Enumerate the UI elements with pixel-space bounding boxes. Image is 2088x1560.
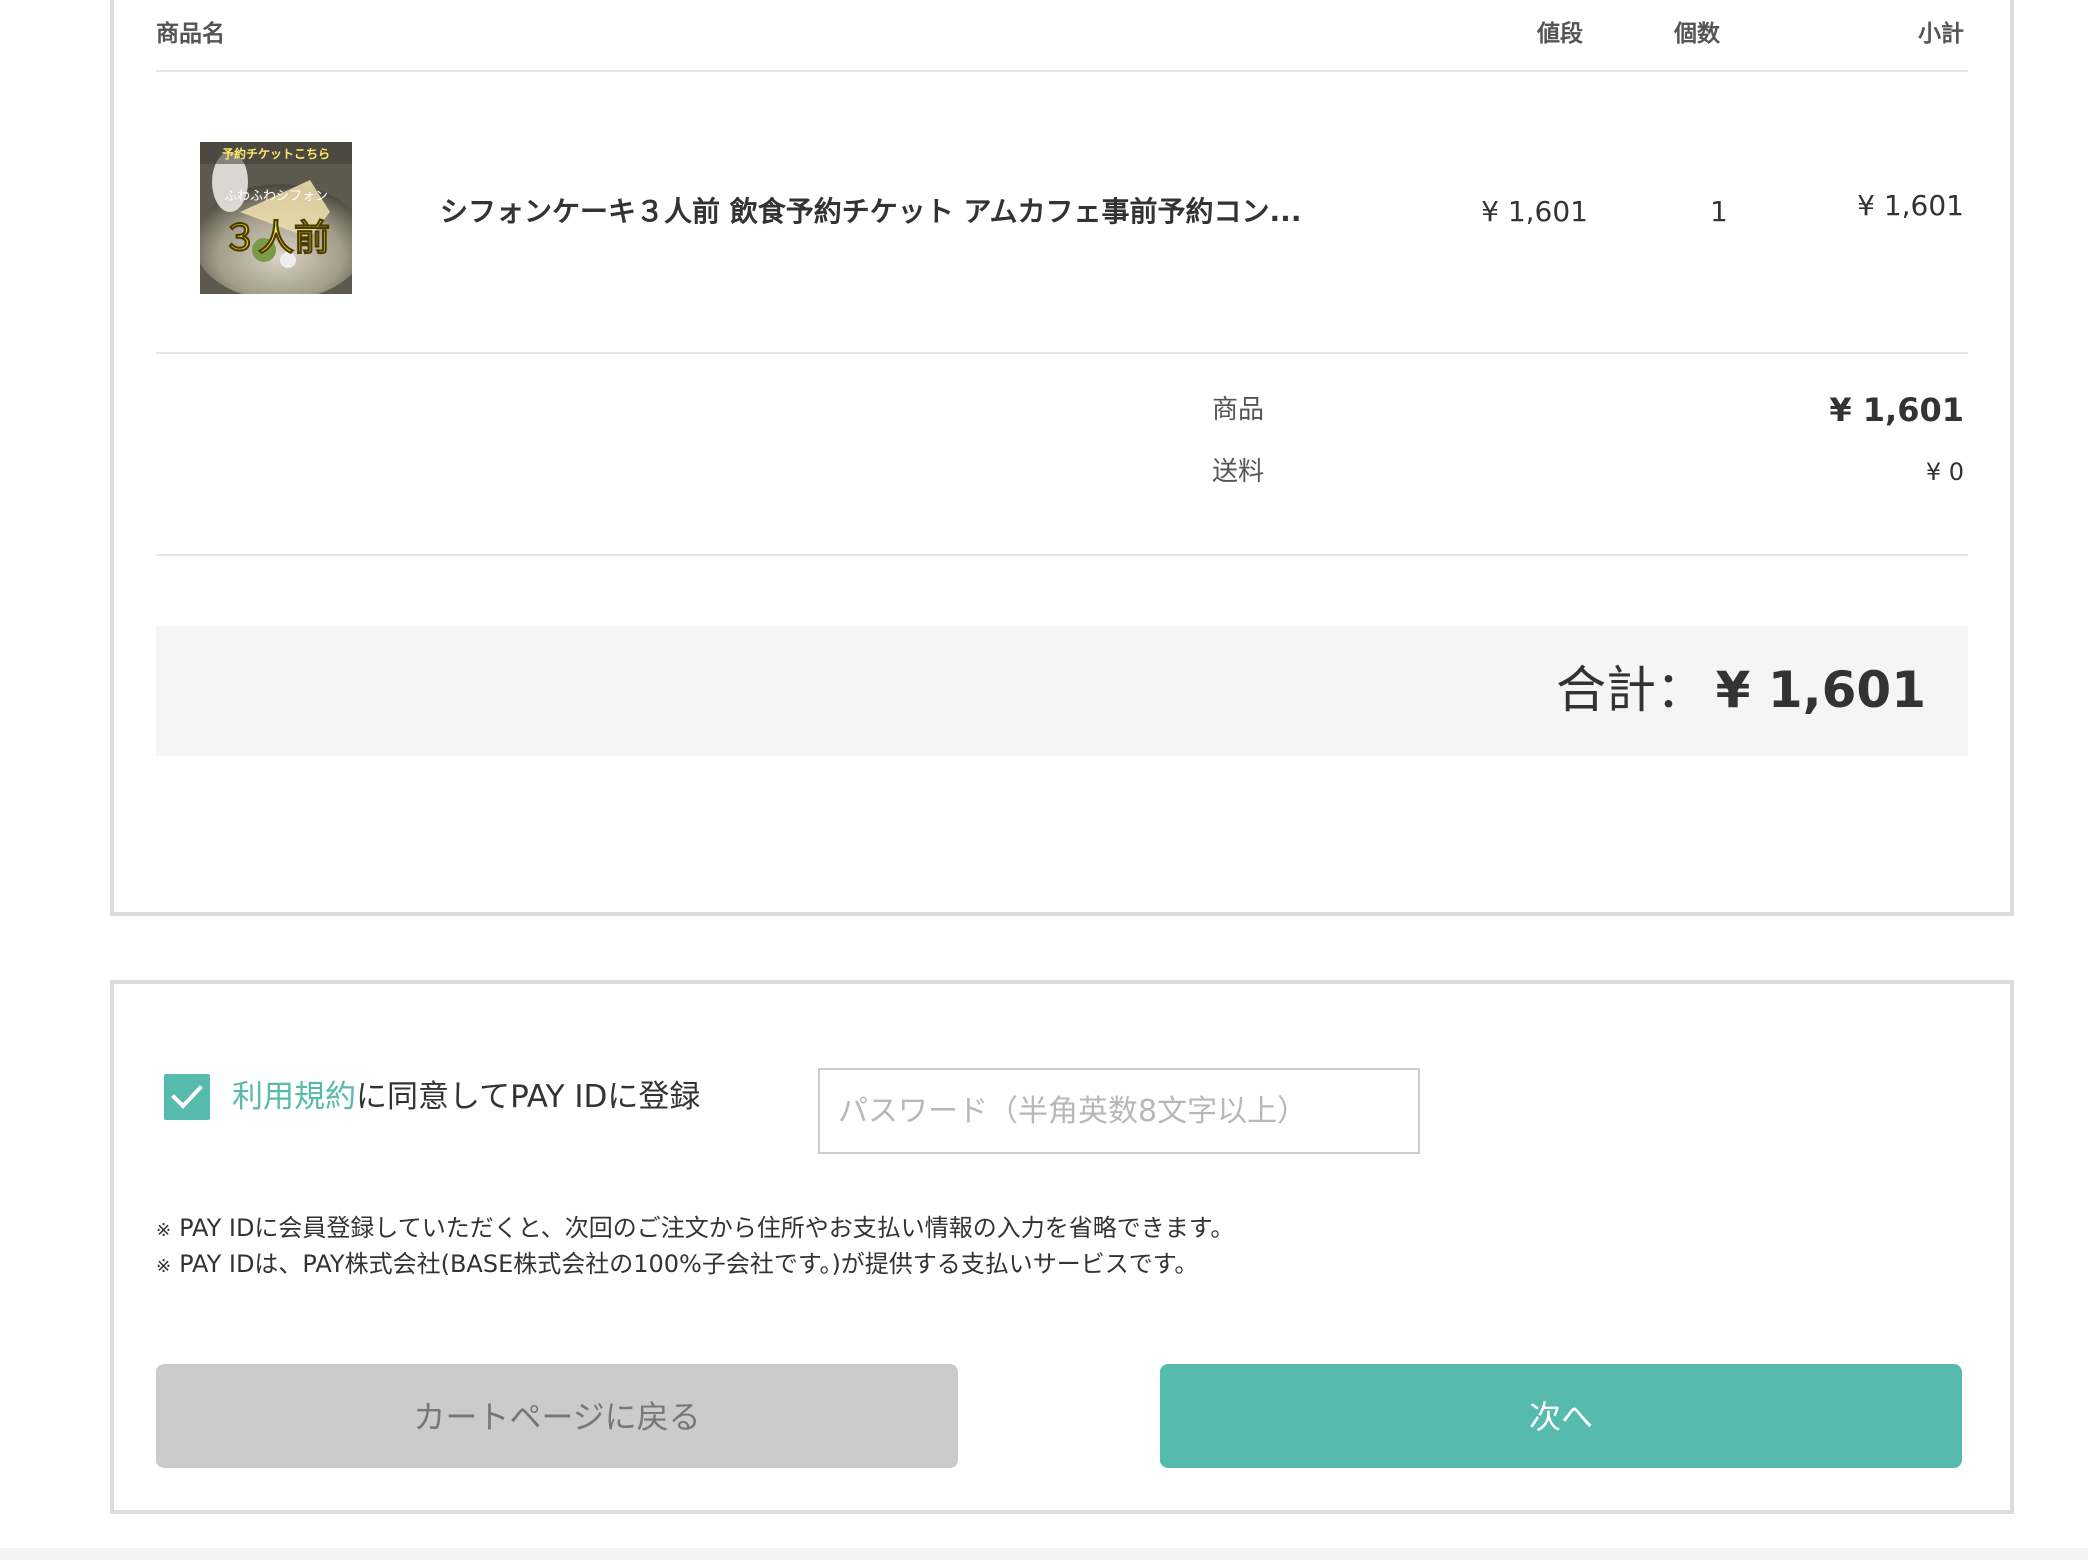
total-label: 合計： (1556, 661, 1706, 719)
product-quantity: 1 (1710, 195, 1728, 228)
payid-agree-label: 利用規約に同意してPAY IDに登録 (232, 1077, 700, 1117)
header-divider (156, 70, 1968, 72)
product-thumbnail[interactable]: 予約チケットこちら ふわふわシフォン ３人前 (200, 142, 352, 294)
product-price: ¥ 1,601 (1481, 195, 1588, 228)
product-subtotal: ¥ 1,601 (1857, 189, 1964, 222)
payid-note-1-text: PAY IDに会員登録していただくと、次回のご注文から住所やお支払い情報の入力を… (179, 1214, 1235, 1242)
next-button[interactable]: 次へ (1160, 1364, 1962, 1468)
checkmark-icon (171, 1085, 203, 1109)
total-box: 合計： ¥ 1,601 (156, 626, 1968, 756)
summary-products-value: ¥ 1,601 (1829, 391, 1964, 429)
column-header-price: 値段 (1537, 21, 1583, 47)
page-bottom-strip (0, 1548, 2088, 1560)
thumbnail-banner-text: 予約チケットこちら (222, 146, 330, 161)
column-header-quantity: 個数 (1674, 21, 1720, 47)
summary-products-label: 商品 (1212, 395, 1265, 425)
payid-agree-checkbox[interactable] (164, 1074, 210, 1120)
summary-shipping-value: ¥ 0 (1925, 458, 1964, 486)
payid-agree-text: に同意してPAY IDに登録 (356, 1079, 701, 1115)
column-header-product-name: 商品名 (156, 21, 225, 47)
payid-note-2: ※ PAY IDは、PAY株式会社(BASE株式会社の100%子会社です。)が提供… (156, 1248, 1198, 1283)
note-mark: ※ (156, 1256, 172, 1277)
payid-note-1: ※ PAY IDに会員登録していただくと、次回のご注文から住所やお支払い情報の入力… (156, 1212, 1234, 1247)
column-header-subtotal: 小計 (1918, 21, 1964, 47)
thumbnail-main-text: ３人前 (222, 218, 330, 259)
total-value: ¥ 1,601 (1715, 661, 1926, 719)
order-summary-card: 商品名 値段 個数 小計 予約チケットこちら ふわふわシフォン ３人前 シフォン… (110, 0, 2014, 916)
summary-divider (156, 554, 1968, 556)
terms-of-service-link[interactable]: 利用規約 (232, 1079, 356, 1115)
back-to-cart-button[interactable]: カートページに戻る (156, 1364, 958, 1468)
thumbnail-sub-text: ふわふわシフォン (224, 189, 328, 204)
row-divider (156, 352, 1968, 354)
summary-shipping-label: 送料 (1212, 457, 1265, 487)
payid-note-2-text: PAY IDは、PAY株式会社(BASE株式会社の100%子会社です。)が提供す… (179, 1250, 1199, 1278)
note-mark: ※ (156, 1220, 172, 1241)
payid-register-card: 利用規約に同意してPAY IDに登録 ※ PAY IDに会員登録していただくと、次… (110, 980, 2014, 1514)
product-name[interactable]: シフォンケーキ３人前 飲食予約チケット アムカフェ事前予約コン... (440, 194, 1486, 230)
product-thumbnail-image: 予約チケットこちら ふわふわシフォン ３人前 (200, 142, 352, 294)
password-input[interactable] (818, 1068, 1420, 1154)
